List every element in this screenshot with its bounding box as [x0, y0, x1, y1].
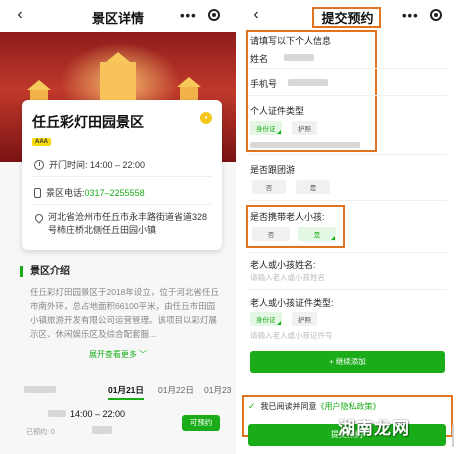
intro-text: 任丘彩灯田园景区于2018年设立，位于河北省任丘市南外环，总占地面积66100平… [30, 287, 219, 339]
group-option-no[interactable]: 否 [252, 180, 286, 194]
intro-heading: 景区介绍 [20, 266, 70, 277]
companion-name-label: 老人或小孩姓名: [250, 260, 316, 270]
page-title: 景区详情 [91, 11, 144, 26]
nav-bar: ‹ 景区详情 ••• [0, 0, 236, 32]
phone-icon [34, 187, 41, 198]
privacy-policy-link[interactable]: 《用户隐私政策》 [317, 401, 381, 412]
fill-info-label: 请填写以下个人信息 [250, 36, 332, 46]
id-type-label: 个人证件类型 [250, 106, 305, 116]
companion-id-type-label: 老人或小孩证件类型: [250, 298, 334, 308]
add-more-button[interactable]: + 继续添加 [250, 351, 445, 373]
watermark: 湖南龙网 [338, 419, 410, 438]
booked-count: 已预约: 0 [26, 429, 55, 436]
name-label: 姓名 [250, 54, 269, 64]
submit-booking-screen: ‹ 提交预约 ••• 请填写以下个人信息 姓名 手机号 个人证件类型 身份证 护… [236, 0, 459, 454]
open-time: 开门时间: 14:00 – 22:00 [49, 160, 146, 170]
scenic-name: 任丘彩灯田园景区 [32, 114, 144, 130]
reserve-button[interactable]: 可预约 [182, 415, 220, 431]
group-option-yes[interactable]: 是 [296, 180, 330, 194]
phone-row[interactable]: 景区电话: 0317–2255558 [34, 186, 145, 199]
companion-id-type-option[interactable]: 身份证 [250, 312, 282, 326]
date-tab[interactable]: 01月23 [204, 384, 231, 396]
clock-icon [34, 159, 44, 170]
date-tab[interactable]: 01月22日 [158, 384, 194, 396]
more-icon[interactable]: ••• [180, 8, 197, 23]
elder-child-label: 是否携带老人小孩: [250, 212, 325, 222]
watermark-divider [452, 425, 454, 447]
scenic-detail-screen: ‹ 景区详情 ••• 任丘彩灯田园景区 • AAA 开门时间: 14:00 – … [0, 0, 236, 454]
phone-label: 手机号 [250, 79, 278, 89]
privacy-agreement[interactable]: ✓ 我已阅读并同意 《用户隐私政策》 [248, 401, 381, 412]
date-tab[interactable]: 01月21日 [108, 384, 144, 400]
favorite-icon[interactable]: • [200, 112, 212, 124]
companion-id-input[interactable]: 请输入老人或小孩证件号 [250, 330, 333, 341]
more-icon[interactable]: ••• [402, 8, 419, 23]
companion-id-type-option[interactable]: 护照 [292, 312, 317, 326]
companion-name-input[interactable]: 请输入老人或小孩姓名 [250, 272, 325, 283]
expand-more-link[interactable]: 展开查看更多 ﹀ [0, 349, 236, 360]
capsule-close-icon[interactable] [208, 9, 220, 21]
time-slot: 14:00 – 22:00 [70, 409, 126, 419]
id-type-option[interactable]: 护照 [292, 121, 317, 135]
elder-option-yes[interactable]: 是 [298, 227, 336, 241]
date-tabs: 01月21日 01月22日 01月23 [0, 378, 236, 400]
phone-number-link[interactable]: 0317–2255558 [85, 188, 145, 198]
capsule-close-icon[interactable] [430, 9, 442, 21]
id-type-option[interactable]: 身份证 [250, 121, 282, 135]
phone-label: 景区电话: [46, 188, 85, 198]
screenshot-frame: ‹ 景区详情 ••• 任丘彩灯田园景区 • AAA 开门时间: 14:00 – … [0, 0, 469, 454]
level-badge: AAA [32, 138, 51, 146]
title-highlight-box [312, 7, 381, 28]
agree-prefix: 我已阅读并同意 [260, 402, 317, 411]
scenic-info-card: 任丘彩灯田园景区 • AAA 开门时间: 14:00 – 22:00 景区电话:… [22, 100, 222, 250]
open-time-row: 开门时间: 14:00 – 22:00 [34, 158, 145, 171]
address[interactable]: 河北省沧州市任丘市永丰路街道省道328号柿庄桥北侧任丘田园小镇 [34, 211, 214, 237]
elder-option-no[interactable]: 否 [252, 227, 290, 241]
check-icon[interactable]: ✓ [248, 401, 256, 412]
group-tour-label: 是否跟团游 [250, 165, 296, 175]
